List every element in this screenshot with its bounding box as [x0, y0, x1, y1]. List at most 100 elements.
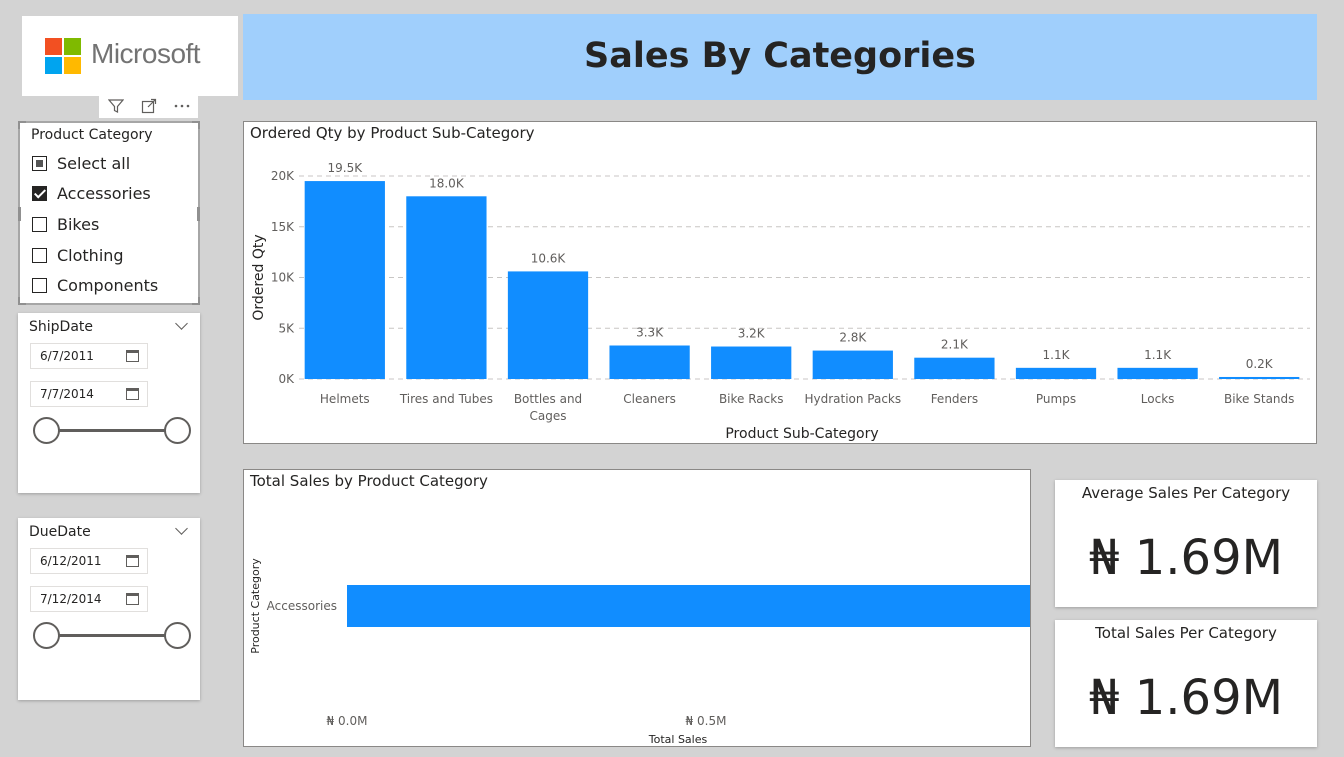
x-tick-label: Cages — [530, 409, 567, 423]
slicer-item-select-all[interactable]: Select all — [32, 152, 130, 174]
checkbox[interactable] — [32, 247, 47, 263]
bar — [347, 585, 1030, 627]
checkbox[interactable] — [32, 216, 47, 232]
ordered-qty-chart[interactable]: Ordered Qty by Product Sub-Category 0K 5K… — [243, 121, 1317, 444]
slicer-item-label: Select all — [57, 153, 131, 173]
checkbox[interactable] — [32, 155, 47, 171]
x-tick-label: Tires and Tubes — [399, 392, 493, 406]
title-banner: Sales By Categories — [243, 14, 1317, 100]
visual-header — [99, 94, 198, 118]
logo-wordmark: Microsoft — [91, 38, 201, 69]
chevron-down-icon[interactable] — [175, 317, 188, 330]
y-tick-label: 0K — [278, 372, 295, 386]
product-category-slicer: Product Category Select all Accessories … — [18, 121, 200, 305]
y-axis-title: Ordered Qty — [251, 234, 267, 320]
resize-handle[interactable] — [18, 207, 21, 221]
slicer-title: DueDate — [29, 524, 91, 540]
date-value: 7/7/2014 — [40, 387, 94, 401]
bar — [1015, 367, 1097, 379]
y-tick-label: Accessories — [267, 599, 337, 613]
calendar-icon[interactable] — [126, 555, 139, 567]
chevron-down-icon[interactable] — [175, 522, 188, 535]
bar — [1117, 367, 1198, 379]
total-sales-card[interactable]: Total Sales Per Category ₦ 1.69M — [1055, 620, 1317, 747]
bar — [609, 345, 690, 379]
x-tick-label: Pumps — [1036, 392, 1076, 406]
kpi-label: Total Sales Per Category — [1095, 624, 1277, 642]
slicer-item-label: Accessories — [57, 183, 151, 203]
slicer-item-bikes[interactable]: Bikes — [32, 213, 99, 235]
checkbox[interactable] — [32, 277, 47, 293]
filter-icon[interactable] — [99, 94, 132, 118]
date-value: 6/7/2011 — [40, 349, 94, 363]
average-sales-card[interactable]: Average Sales Per Category ₦ 1.69M — [1055, 480, 1317, 607]
slicer-item-label: Components — [57, 275, 159, 295]
data-label: 3.2K — [738, 327, 766, 341]
kpi-value: ₦ 1.69M — [1088, 670, 1284, 726]
due-date-slicer: DueDate 6/12/2011 7/12/2014 — [18, 518, 200, 700]
microsoft-logo: Microsoft — [22, 16, 238, 96]
start-date-input[interactable]: 6/12/2011 — [30, 548, 148, 574]
bar — [304, 181, 385, 379]
x-tick-label: Locks — [1141, 392, 1175, 406]
x-tick-label: Cleaners — [623, 392, 676, 406]
x-tick-label: Bike Stands — [1224, 392, 1294, 406]
data-label: 3.3K — [636, 326, 664, 340]
y-tick-label: 20K — [271, 169, 295, 183]
x-tick-label: Bottles and — [514, 392, 582, 406]
ship-date-slicer: ShipDate 6/7/2011 7/7/2014 — [18, 313, 200, 493]
resize-handle[interactable] — [197, 207, 200, 221]
more-options-icon[interactable] — [165, 94, 198, 118]
range-start-handle[interactable] — [33, 417, 60, 444]
end-date-input[interactable]: 7/12/2014 — [30, 586, 148, 612]
slicer-item-clothing[interactable]: Clothing — [32, 244, 124, 266]
data-label: 1.1K — [1043, 348, 1071, 362]
focus-mode-icon[interactable] — [132, 94, 165, 118]
start-date-input[interactable]: 6/7/2011 — [30, 343, 148, 369]
date-value: 7/12/2014 — [40, 592, 102, 606]
data-label: 10.6K — [531, 251, 567, 265]
total-sales-chart-plot: ₦ 0.0M₦ 0.5M₦ 1.0M₦ 1.5M₦ 1.69MAccessori… — [249, 558, 1030, 746]
y-tick-label: 5K — [278, 321, 295, 335]
slicer-item-components[interactable]: Components — [32, 274, 158, 296]
slicer-title: ShipDate — [29, 319, 93, 335]
calendar-icon[interactable] — [126, 388, 139, 400]
data-label: 2.1K — [941, 338, 969, 352]
kpi-value: ₦ 1.69M — [1088, 530, 1284, 586]
x-tick-label: Hydration Packs — [804, 392, 901, 406]
range-end-handle[interactable] — [164, 622, 191, 649]
x-tick-label: ₦ 0.0M — [327, 714, 368, 728]
slicer-item-accessories[interactable]: Accessories — [32, 182, 151, 204]
checkbox[interactable] — [32, 185, 47, 201]
y-axis-title: Product Category — [249, 558, 262, 654]
x-tick-label: Fenders — [931, 392, 978, 406]
range-end-handle[interactable] — [164, 417, 191, 444]
x-tick-label: Bike Racks — [719, 392, 784, 406]
end-date-input[interactable]: 7/7/2014 — [30, 381, 148, 407]
data-label: 19.5K — [328, 161, 364, 175]
slicer-item-label: Bikes — [57, 214, 100, 234]
resize-handle[interactable] — [198, 121, 200, 129]
bar — [507, 271, 589, 379]
resize-handle[interactable] — [198, 297, 200, 305]
bar — [406, 196, 487, 379]
page-title: Sales By Categories — [584, 36, 976, 76]
resize-handle[interactable] — [18, 121, 20, 129]
x-axis-title: Total Sales — [648, 733, 708, 746]
data-label: 2.8K — [839, 331, 867, 345]
total-sales-chart[interactable]: Total Sales by Product Category ₦ 0.0M ₦ … — [243, 469, 1031, 747]
calendar-icon[interactable] — [126, 350, 139, 362]
bar — [1219, 376, 1300, 379]
resize-handle[interactable] — [18, 297, 20, 305]
bar — [812, 350, 893, 379]
y-tick-label: 15K — [271, 220, 295, 234]
kpi-label: Average Sales Per Category — [1081, 484, 1291, 502]
data-label: 0.2K — [1246, 357, 1274, 371]
calendar-icon[interactable] — [126, 593, 139, 605]
date-range-track[interactable] — [46, 429, 180, 432]
date-range-track[interactable] — [46, 634, 180, 637]
slicer-title: Product Category — [31, 127, 153, 143]
range-start-handle[interactable] — [33, 622, 60, 649]
ordered-qty-chart-plot: 0K 5K 10K 15K 20K 19.5K Helmets 18.0K Tires and … — [251, 161, 1310, 442]
x-tick-label: Helmets — [320, 392, 370, 406]
